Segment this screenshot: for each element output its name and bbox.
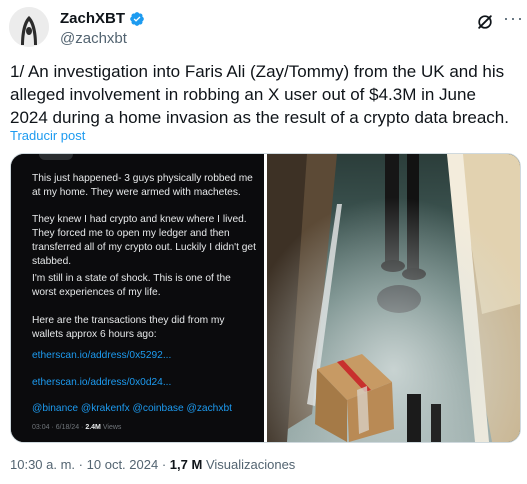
avatar-image [9,7,49,47]
tweet-media[interactable]: This just happened- 3 guys physically ro… [10,153,521,443]
embedded-post-screenshot[interactable]: This just happened- 3 guys physically ro… [11,154,264,442]
etherscan-link-1[interactable]: etherscan.io/address/0x5292... [32,349,257,363]
tweet-footer: 10:30 a. m. · 10 oct. 2024 · 1,7 M Visua… [10,457,295,472]
view-count-label: Visualizaciones [205,457,296,472]
etherscan-link-2[interactable]: etherscan.io/address/0x0d24... [32,376,257,390]
embedded-views: 2.4M [85,424,101,431]
embedded-views-label: Views [102,424,122,431]
embedded-paragraph-1: This just happened- 3 guys physically ro… [32,173,253,198]
embedded-paragraph-4: Here are the transactions they did from … [32,315,225,340]
post-date[interactable]: 10 oct. 2024 [87,457,159,472]
embedded-mentions[interactable]: @binance @krakenfx @coinbase @zachxbt [32,402,257,416]
cropped-avatar [39,154,73,160]
verified-badge-icon [130,11,144,26]
footer-separator-2: · [161,457,167,472]
embedded-meta: 03:04 · 6/18/24 · 2.4M Views [32,424,121,431]
author-name[interactable]: ZachXBT [60,10,125,27]
hallway-photo[interactable] [267,154,520,442]
author-name-row: ZachXBT [60,10,145,27]
grok-icon[interactable] [475,12,495,32]
embedded-timestamp: 03:04 · 6/18/24 · [32,424,84,431]
translate-post-link[interactable]: Traducir post [10,128,85,143]
post-time[interactable]: 10:30 a. m. [10,457,75,472]
view-count: 1,7 M [169,457,203,472]
author-handle[interactable]: @zachxbt [60,30,127,47]
footer-separator-1: · [78,457,84,472]
embedded-paragraph-3: I'm still in a state of shock. This is o… [32,273,231,298]
embedded-paragraph-2: They knew I had crypto and knew where I … [32,214,256,267]
avatar[interactable] [9,7,49,47]
more-options-icon[interactable]: ··· [503,8,524,29]
tweet-text: 1/ An investigation into Faris Ali (Zay/… [10,62,509,127]
